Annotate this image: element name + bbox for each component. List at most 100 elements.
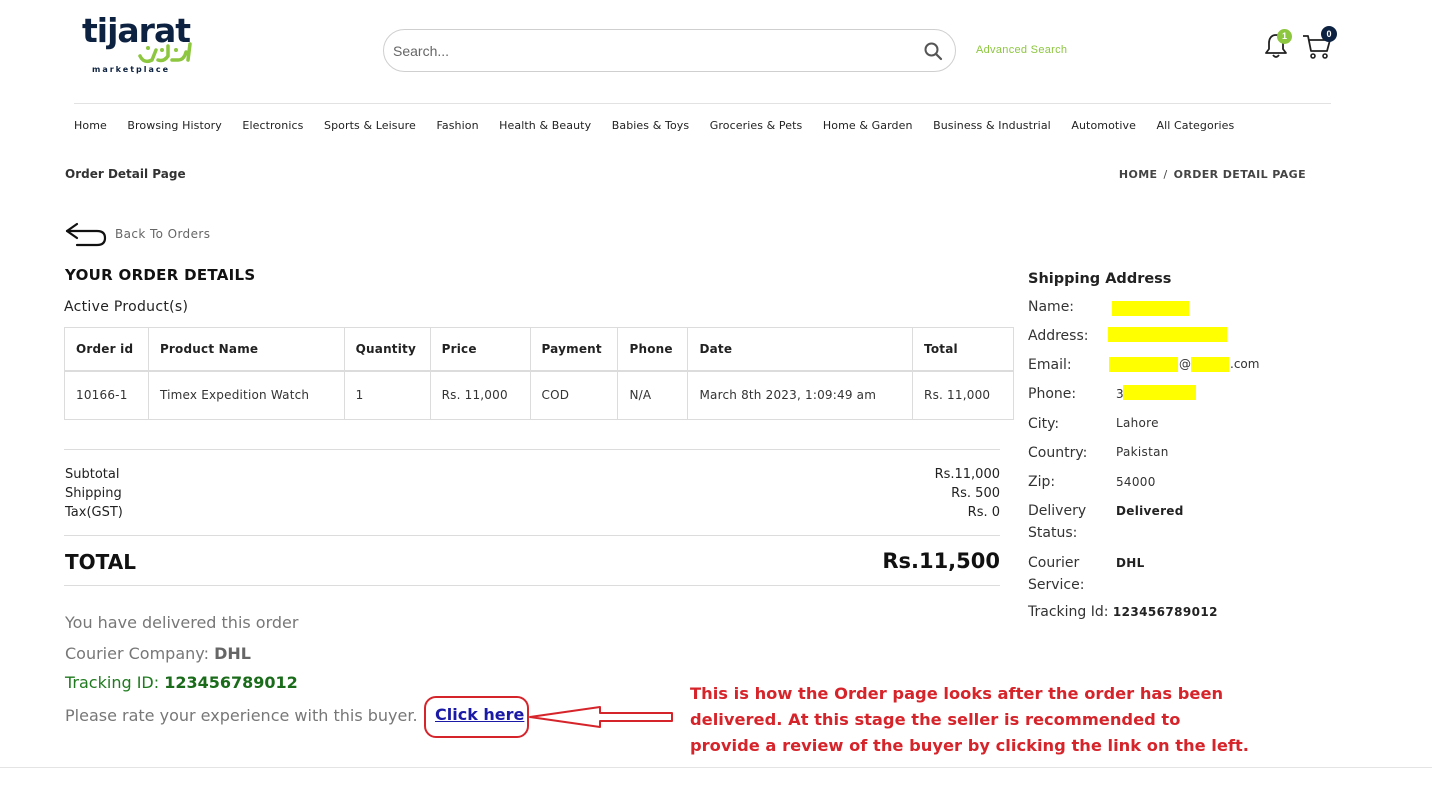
advanced-search-link[interactable]: Advanced Search bbox=[976, 44, 1067, 56]
ship-delivery-status-value: Delivered bbox=[1116, 504, 1184, 518]
column-header-total: Total bbox=[912, 327, 1014, 372]
back-arrow-icon bbox=[65, 222, 107, 247]
cell-payment: COD bbox=[529, 370, 619, 420]
tax-value: Rs. 0 bbox=[967, 505, 1000, 520]
shipping-value: Rs. 500 bbox=[951, 486, 1000, 501]
summary-divider-top bbox=[64, 449, 1000, 450]
redacted-name bbox=[1112, 301, 1189, 316]
cell-product-name: Timex Expedition Watch bbox=[147, 370, 345, 420]
courier-company-line: Courier Company: DHL bbox=[65, 644, 251, 663]
redacted-phone bbox=[1123, 385, 1196, 400]
cell-total: Rs. 11,000 bbox=[912, 370, 1014, 420]
column-header-quantity: Quantity bbox=[343, 327, 431, 372]
subtotal-value: Rs.11,000 bbox=[934, 467, 1000, 482]
site-logo[interactable]: tijarat marketplace bbox=[80, 12, 200, 76]
ship-tracking-value: 123456789012 bbox=[1112, 605, 1218, 619]
column-header-date: Date bbox=[687, 327, 914, 372]
shipping-address-title: Shipping Address bbox=[1028, 271, 1172, 287]
ship-courier-service-value: DHL bbox=[1116, 556, 1145, 570]
breadcrumb-current: ORDER DETAIL PAGE bbox=[1173, 168, 1306, 181]
back-to-orders-label: Back To Orders bbox=[115, 227, 211, 241]
redacted-address bbox=[1108, 327, 1227, 342]
breadcrumb: HOME / ORDER DETAIL PAGE bbox=[1119, 168, 1306, 181]
category-nav: Home Browsing History Electronics Sports… bbox=[74, 119, 1255, 132]
cart-count-badge: 0 bbox=[1321, 26, 1337, 42]
total-label: TOTAL bbox=[65, 550, 136, 574]
ship-tracking-label: Tracking Id: bbox=[1028, 604, 1109, 620]
cell-order-id: 10166-1 bbox=[64, 370, 149, 420]
rate-buyer-prompt: Please rate your experience with this bu… bbox=[65, 706, 418, 725]
total-value: Rs.11,500 bbox=[882, 549, 1000, 573]
courier-label-line-1: Courier bbox=[1028, 555, 1080, 571]
tax-label: Tax(GST) bbox=[65, 505, 123, 520]
nav-item-automotive[interactable]: Automotive bbox=[1071, 119, 1136, 132]
courier-label-line-2: Service: bbox=[1028, 577, 1085, 593]
ship-city-value: Lahore bbox=[1116, 416, 1159, 430]
search-icon[interactable] bbox=[923, 41, 943, 61]
ship-tracking-line: Tracking Id: 123456789012 bbox=[1028, 604, 1218, 620]
ship-zip-label: Zip: bbox=[1028, 474, 1056, 490]
breadcrumb-home[interactable]: HOME bbox=[1119, 168, 1158, 181]
search-input[interactable] bbox=[393, 40, 893, 62]
courier-company-value: DHL bbox=[214, 644, 251, 663]
cell-phone: N/A bbox=[617, 370, 689, 420]
rate-buyer-link[interactable]: Click here bbox=[435, 705, 524, 724]
summary-values: Rs.11,000 Rs. 500 Rs. 0 bbox=[935, 465, 1000, 522]
search-bar bbox=[383, 29, 956, 72]
tracking-id-label: Tracking ID: bbox=[65, 673, 160, 692]
annotation-note: This is how the Order page looks after t… bbox=[690, 684, 1249, 755]
ship-country-value: Pakistan bbox=[1116, 445, 1169, 459]
column-header-phone: Phone bbox=[617, 327, 689, 372]
nav-item-sports-leisure[interactable]: Sports & Leisure bbox=[324, 119, 416, 132]
annotation-arrow-icon bbox=[529, 706, 673, 728]
shipping-label: Shipping bbox=[65, 486, 122, 501]
nav-item-business-industrial[interactable]: Business & Industrial bbox=[933, 119, 1051, 132]
cell-date: March 8th 2023, 1:09:49 am bbox=[687, 370, 914, 420]
ship-city-label: City: bbox=[1028, 416, 1060, 432]
nav-item-home[interactable]: Home bbox=[74, 119, 107, 132]
ship-zip-value: 54000 bbox=[1116, 475, 1156, 489]
header-divider bbox=[74, 103, 1331, 104]
cell-price: Rs. 11,000 bbox=[429, 370, 531, 420]
nav-item-health-beauty[interactable]: Health & Beauty bbox=[499, 119, 591, 132]
column-header-price: Price bbox=[429, 327, 531, 372]
column-header-order-id: Order id bbox=[64, 327, 149, 372]
email-at-sign: @ bbox=[1179, 357, 1191, 371]
column-header-product-name: Product Name bbox=[147, 327, 345, 372]
courier-company-label: Courier Company: bbox=[65, 644, 209, 663]
back-to-orders-link[interactable]: Back To Orders bbox=[65, 220, 210, 248]
ship-phone-label: Phone: bbox=[1028, 386, 1077, 402]
nav-item-groceries-pets[interactable]: Groceries & Pets bbox=[710, 119, 803, 132]
redacted-email-user bbox=[1109, 357, 1178, 372]
logo-urdu-script bbox=[138, 42, 192, 64]
ship-courier-service-label: Courier Service: bbox=[1028, 552, 1084, 596]
nav-item-fashion[interactable]: Fashion bbox=[436, 119, 478, 132]
summary-labels: Subtotal Shipping Tax(GST) bbox=[65, 465, 123, 522]
table-row: 10166-1 Timex Expedition Watch 1 Rs. 11,… bbox=[64, 370, 1014, 420]
page-title: Order Detail Page bbox=[65, 167, 186, 181]
nav-item-browsing-history[interactable]: Browsing History bbox=[127, 119, 222, 132]
nav-item-all-categories[interactable]: All Categories bbox=[1156, 119, 1234, 132]
table-header-row: Order id Product Name Quantity Price Pay… bbox=[64, 327, 1014, 372]
subtotal-label: Subtotal bbox=[65, 467, 120, 482]
cell-quantity: 1 bbox=[343, 370, 431, 420]
column-header-payment: Payment bbox=[529, 327, 619, 372]
order-details-heading: YOUR ORDER DETAILS bbox=[65, 266, 256, 284]
active-products-subheading: Active Product(s) bbox=[64, 299, 189, 315]
tracking-id-value: 123456789012 bbox=[164, 673, 298, 692]
ship-name-label: Name: bbox=[1028, 299, 1075, 315]
nav-item-electronics[interactable]: Electronics bbox=[242, 119, 303, 132]
ship-country-label: Country: bbox=[1028, 445, 1088, 461]
delivery-label-line-2: Status: bbox=[1028, 525, 1078, 541]
ship-email-label: Email: bbox=[1028, 357, 1072, 373]
tracking-id-line: Tracking ID: 123456789012 bbox=[65, 673, 298, 692]
redacted-email-domain bbox=[1191, 357, 1229, 372]
nav-item-home-garden[interactable]: Home & Garden bbox=[823, 119, 913, 132]
ship-address-label: Address: bbox=[1028, 328, 1089, 344]
nav-item-babies-toys[interactable]: Babies & Toys bbox=[612, 119, 690, 132]
footer-divider bbox=[0, 767, 1432, 768]
order-table: Order id Product Name Quantity Price Pay… bbox=[64, 327, 1014, 420]
breadcrumb-separator: / bbox=[1163, 168, 1168, 181]
logo-subtitle: marketplace bbox=[92, 65, 171, 74]
notification-badge: 1 bbox=[1277, 29, 1292, 44]
